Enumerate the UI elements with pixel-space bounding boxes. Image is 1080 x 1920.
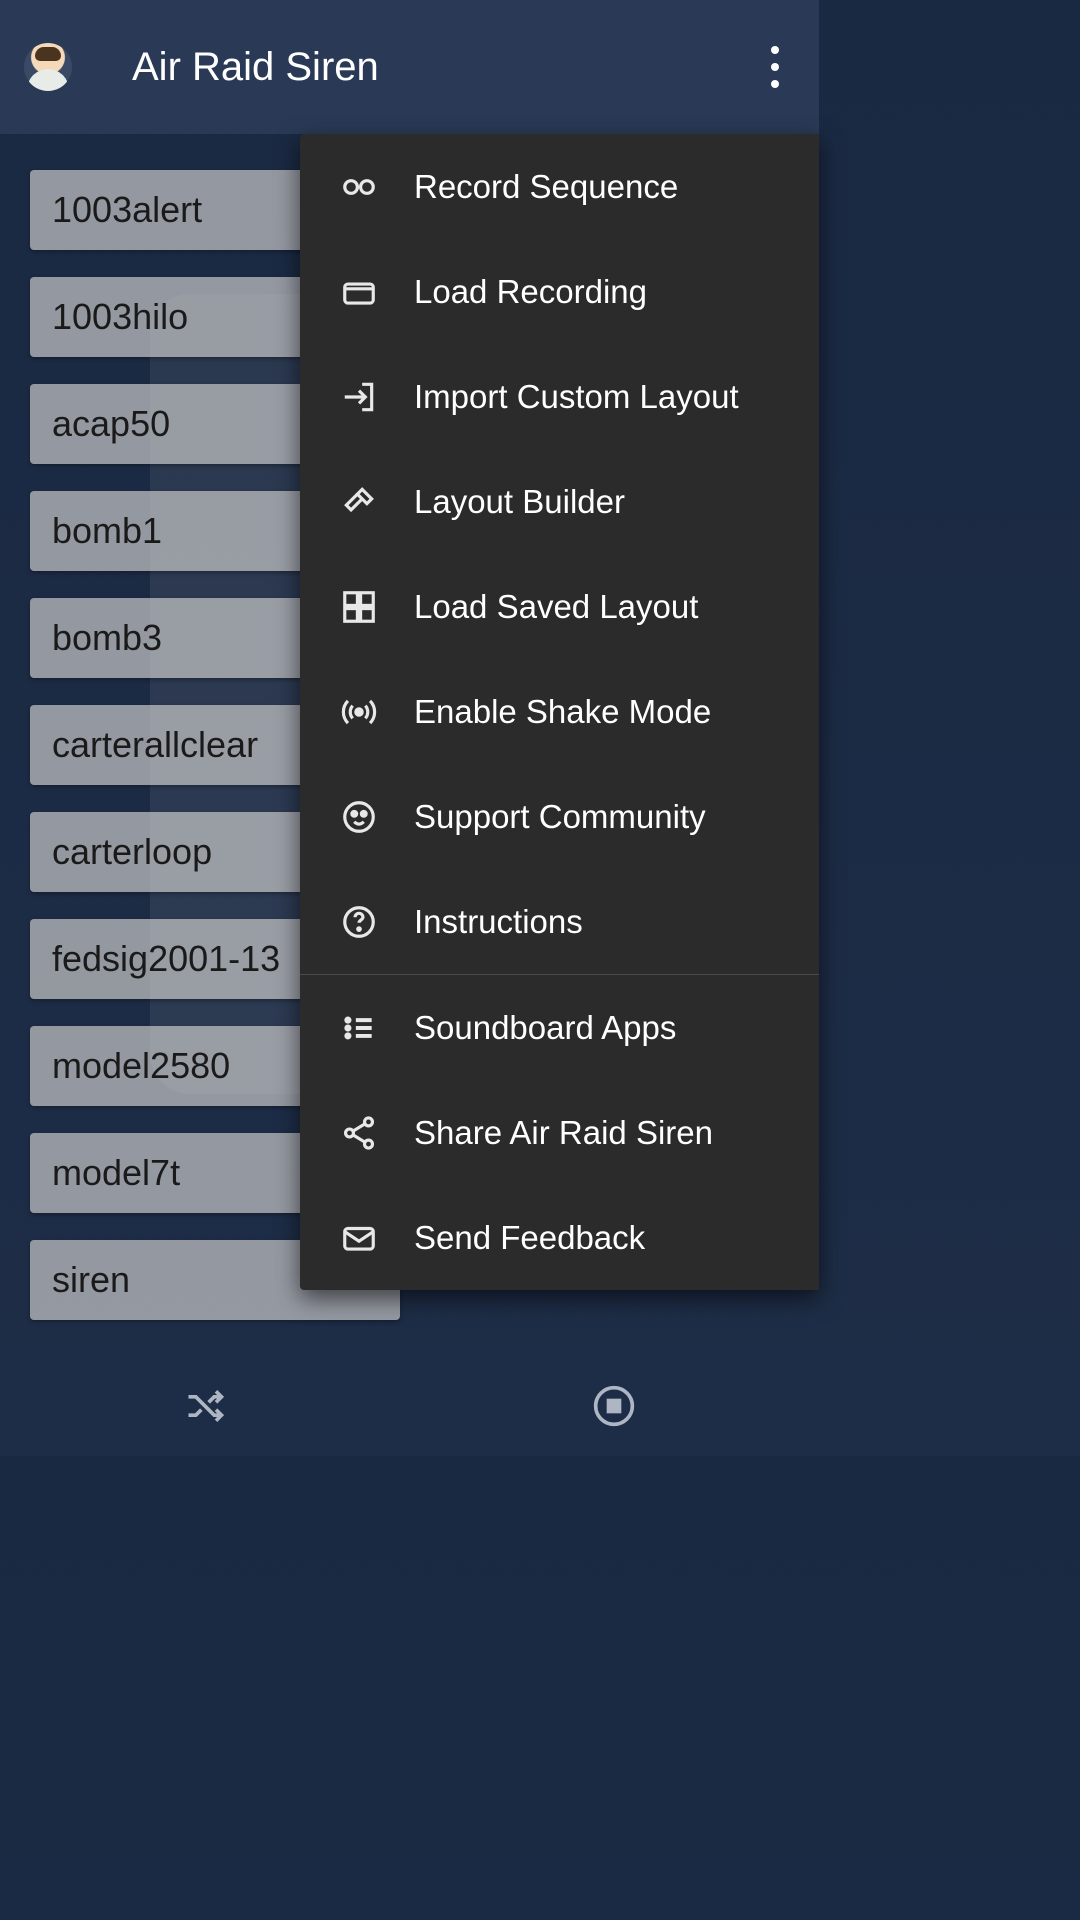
menu-label: Send Feedback	[414, 1219, 645, 1257]
menu-label: Support Community	[414, 798, 706, 836]
shake-icon	[340, 693, 378, 731]
community-icon	[340, 798, 378, 836]
menu-enable-shake[interactable]: Enable Shake Mode	[300, 659, 819, 764]
menu-label: Soundboard Apps	[414, 1009, 676, 1047]
grid-icon	[340, 588, 378, 626]
menu-label: Layout Builder	[414, 483, 625, 521]
mail-icon	[340, 1219, 378, 1257]
share-icon	[340, 1114, 378, 1152]
menu-label: Instructions	[414, 903, 583, 941]
menu-send-feedback[interactable]: Send Feedback	[300, 1185, 819, 1290]
stop-button[interactable]	[586, 1378, 642, 1434]
overflow-menu-button[interactable]	[755, 42, 795, 92]
menu-import-layout[interactable]: Import Custom Layout	[300, 344, 819, 449]
menu-load-recording[interactable]: Load Recording	[300, 239, 819, 344]
menu-label: Record Sequence	[414, 168, 678, 206]
menu-layout-builder[interactable]: Layout Builder	[300, 449, 819, 554]
menu-record-sequence[interactable]: Record Sequence	[300, 134, 819, 239]
record-icon	[340, 168, 378, 206]
menu-label: Import Custom Layout	[414, 378, 739, 416]
shuffle-icon	[183, 1384, 227, 1428]
menu-support-community[interactable]: Support Community	[300, 764, 819, 869]
menu-label: Share Air Raid Siren	[414, 1114, 713, 1152]
avatar[interactable]	[24, 43, 72, 91]
list-icon	[340, 1009, 378, 1047]
dots-icon	[771, 46, 779, 54]
page-title: Air Raid Siren	[132, 45, 379, 90]
import-icon	[340, 378, 378, 416]
menu-label: Load Saved Layout	[414, 588, 698, 626]
folder-icon	[340, 273, 378, 311]
overflow-dropdown: Record Sequence Load Recording Import Cu…	[300, 134, 819, 1290]
shuffle-button[interactable]	[177, 1378, 233, 1434]
menu-soundboard-apps[interactable]: Soundboard Apps	[300, 975, 819, 1080]
app-header: Air Raid Siren	[0, 0, 819, 134]
stop-icon	[592, 1384, 636, 1428]
menu-load-saved-layout[interactable]: Load Saved Layout	[300, 554, 819, 659]
menu-label: Enable Shake Mode	[414, 693, 711, 731]
menu-label: Load Recording	[414, 273, 647, 311]
bottom-toolbar	[0, 1356, 819, 1456]
help-icon	[340, 903, 378, 941]
menu-share[interactable]: Share Air Raid Siren	[300, 1080, 819, 1185]
menu-instructions[interactable]: Instructions	[300, 869, 819, 974]
hammer-icon	[340, 483, 378, 521]
